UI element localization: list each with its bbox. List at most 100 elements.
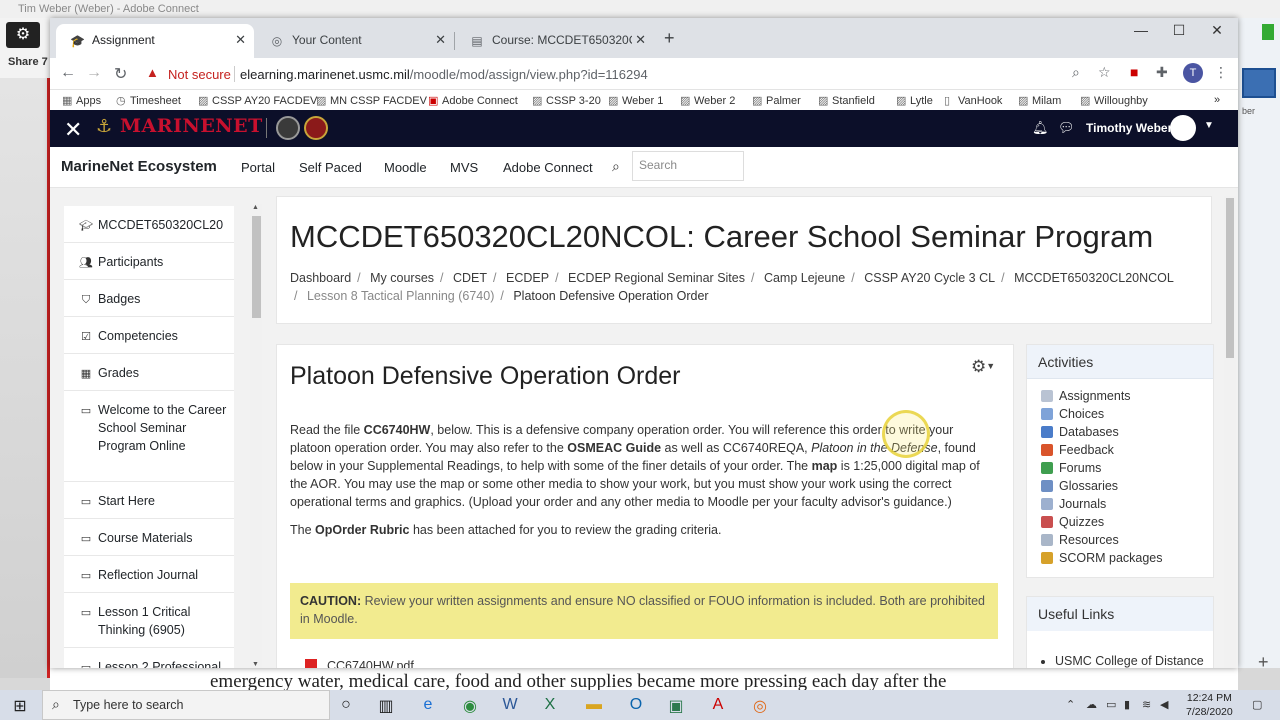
windows-start-icon[interactable]: ⊞ xyxy=(8,696,32,716)
acrobat-icon[interactable]: A xyxy=(706,696,730,714)
zoom-icon[interactable]: ⌕ xyxy=(1072,64,1080,81)
chat-bubble-icon[interactable]: 💬︎ xyxy=(1058,120,1075,136)
battery-icon[interactable]: ▮ xyxy=(1124,698,1130,711)
bookmark-apps[interactable]: ▦ Apps xyxy=(62,94,101,107)
nav-link-self-paced[interactable]: Self Paced xyxy=(299,160,362,175)
drawer-item-grades[interactable]: ▦ Grades xyxy=(64,354,234,391)
scroll-thumb[interactable] xyxy=(1226,198,1234,358)
bookmark-item[interactable]: ▣ Adobe Connect xyxy=(428,94,518,107)
outlook-icon[interactable]: O xyxy=(624,696,648,714)
file-explorer-icon[interactable]: ▬ xyxy=(582,696,606,714)
cloud-icon[interactable]: ☁ xyxy=(1086,698,1097,711)
activity-assignments[interactable]: Assignments xyxy=(1041,389,1131,403)
bookmark-item[interactable]: ▨ Lytle xyxy=(896,94,933,107)
edge-icon[interactable]: e xyxy=(416,696,440,714)
system-clock[interactable]: 12:24 PM 7/28/2020 xyxy=(1186,691,1233,719)
drawer-item-lesson-2[interactable]: ▭ Lesson 2 Professional xyxy=(64,648,234,668)
adobe-connect-taskbar-icon[interactable]: ◎ xyxy=(748,696,772,716)
notification-icon[interactable]: ▢ xyxy=(1252,698,1262,711)
scroll-up-icon[interactable]: ▲ xyxy=(252,204,259,211)
attachment-link[interactable]: CC6740HW.pdf xyxy=(305,659,414,668)
close-icon[interactable]: ✕ xyxy=(435,32,446,48)
drawer-item-badges[interactable]: ⛉ Badges xyxy=(64,280,234,317)
task-view-icon[interactable]: ▥ xyxy=(374,696,398,716)
bookmark-item[interactable]: ▨ Weber 1 xyxy=(608,94,663,107)
word-icon[interactable]: W xyxy=(498,696,522,714)
scroll-down-icon[interactable]: ▼ xyxy=(252,661,259,668)
bookmark-item[interactable]: ▨ CSSP AY20 FACDEV xyxy=(198,94,317,107)
bookmarks-overflow-icon[interactable]: » xyxy=(1214,94,1220,106)
activity-scorm[interactable]: SCORM packages xyxy=(1041,551,1163,565)
terminal-icon[interactable]: ▣ xyxy=(664,696,688,716)
bookmark-item[interactable]: ▨ Stanfield xyxy=(818,94,875,107)
activity-quizzes[interactable]: Quizzes xyxy=(1041,515,1104,529)
tab-assignment[interactable]: 🎓 Assignment ✕ xyxy=(56,24,254,58)
bookmark-item[interactable]: ▨ Willoughby xyxy=(1080,94,1148,107)
breadcrumb-link[interactable]: CSSP AY20 Cycle 3 CL xyxy=(864,271,995,285)
activity-databases[interactable]: Databases xyxy=(1041,425,1119,439)
url-omnibox[interactable]: ▲ Not secure elearning.marinenet.usmc.mi… xyxy=(140,60,1120,88)
breadcrumb-link[interactable]: ECDEP xyxy=(506,271,549,285)
breadcrumb-link[interactable]: MCCDET650320CL20NCOL xyxy=(1014,271,1174,285)
gear-icon[interactable]: ⚙▼ xyxy=(971,357,995,377)
forward-arrow-icon[interactable]: → xyxy=(86,64,102,82)
breadcrumb-link[interactable]: ECDEP Regional Seminar Sites xyxy=(568,271,745,285)
new-tab-button[interactable]: + xyxy=(664,28,675,49)
breadcrumb-link[interactable]: Dashboard xyxy=(290,271,351,285)
tab-your-content[interactable]: ◎ Your Content ✕ xyxy=(256,24,454,58)
scroll-thumb[interactable] xyxy=(252,216,261,318)
taskbar-search[interactable]: ⌕ Type here to search xyxy=(42,690,330,720)
breadcrumb-link[interactable]: Lesson 8 Tactical Planning (6740) xyxy=(307,289,494,303)
activity-journals[interactable]: Journals xyxy=(1041,497,1106,511)
excel-icon[interactable]: X xyxy=(538,696,562,714)
nav-link-moodle[interactable]: Moodle xyxy=(384,160,427,175)
breadcrumb-link[interactable]: Camp Lejeune xyxy=(764,271,845,285)
site-brand[interactable]: MarineNet Ecosystem xyxy=(61,158,217,175)
useful-link[interactable]: USMC College of Distance Education xyxy=(1055,652,1205,668)
acrobat-extension-icon[interactable]: ■ xyxy=(1130,64,1138,80)
volume-icon[interactable]: ◀ xyxy=(1160,698,1168,711)
menu-dots-icon[interactable]: ⋮ xyxy=(1214,64,1228,81)
maximize-button[interactable]: ☐ xyxy=(1164,22,1194,39)
star-icon[interactable]: ☆ xyxy=(1098,64,1111,81)
chevron-down-icon[interactable]: ▼ xyxy=(1204,120,1214,131)
drawer-item-start-here[interactable]: ▭ Start Here xyxy=(64,482,234,519)
bookmark-item[interactable]: ▨ MN CSSP FACDEV xyxy=(316,94,427,107)
not-secure-label[interactable]: Not secure xyxy=(168,67,231,82)
monitor-icon[interactable]: ▭ xyxy=(1106,698,1116,711)
drawer-item-participants[interactable]: 👥︎ Participants xyxy=(64,243,234,280)
activity-forums[interactable]: Forums xyxy=(1041,461,1101,475)
back-arrow-icon[interactable]: ← xyxy=(60,64,76,82)
attachment-name[interactable]: CC6740HW.pdf xyxy=(327,659,414,668)
bookmark-item[interactable]: ▨ Palmer xyxy=(752,94,801,107)
close-icon[interactable]: ✕ xyxy=(235,32,246,48)
drawer-scrollbar[interactable]: ▲ ▼ xyxy=(250,204,262,668)
tab-course[interactable]: ▤ Course: MCCDET650320CL20NCOL ✕ xyxy=(456,24,654,58)
nav-link-portal[interactable]: Portal xyxy=(241,160,275,175)
cortana-icon[interactable]: ○ xyxy=(334,696,358,714)
activity-resources[interactable]: Resources xyxy=(1041,533,1119,547)
profile-avatar[interactable]: T xyxy=(1183,63,1203,83)
bookmark-item[interactable]: ▨ Milam xyxy=(1018,94,1061,107)
breadcrumb-link[interactable]: CDET xyxy=(453,271,487,285)
drawer-item-course-materials[interactable]: ▭ Course Materials xyxy=(64,519,234,556)
activity-choices[interactable]: Choices xyxy=(1041,407,1104,421)
search-input[interactable]: Search xyxy=(632,151,744,181)
close-icon[interactable]: ✕ xyxy=(635,32,646,48)
puzzle-icon[interactable]: ✚ xyxy=(1156,64,1168,81)
bookmark-item[interactable]: ▯ VanHook xyxy=(944,94,1002,107)
drawer-item-course[interactable]: 🎓︎ MCCDET650320CL20 xyxy=(64,206,234,243)
search-icon[interactable]: ⌕ xyxy=(612,158,620,175)
wifi-icon[interactable]: ≋ xyxy=(1142,698,1151,711)
bell-icon[interactable]: 🔔︎ xyxy=(1032,120,1049,136)
minimize-button[interactable]: — xyxy=(1126,22,1156,38)
nav-link-adobe-connect[interactable]: Adobe Connect xyxy=(503,160,593,175)
bookmark-item[interactable]: ▨ Weber 2 xyxy=(680,94,735,107)
user-avatar-icon[interactable] xyxy=(1170,115,1196,141)
drawer-item-competencies[interactable]: ☑ Competencies xyxy=(64,317,234,354)
page-scrollbar[interactable] xyxy=(1224,196,1236,668)
url-text[interactable]: elearning.marinenet.usmc.mil/moodle/mod/… xyxy=(240,67,648,82)
drawer-item-lesson-1[interactable]: ▭ Lesson 1 Critical Thinking (6905) xyxy=(64,593,234,648)
reload-icon[interactable]: ↻ xyxy=(114,64,127,84)
chevron-up-icon[interactable]: ⌃ xyxy=(1066,698,1075,711)
